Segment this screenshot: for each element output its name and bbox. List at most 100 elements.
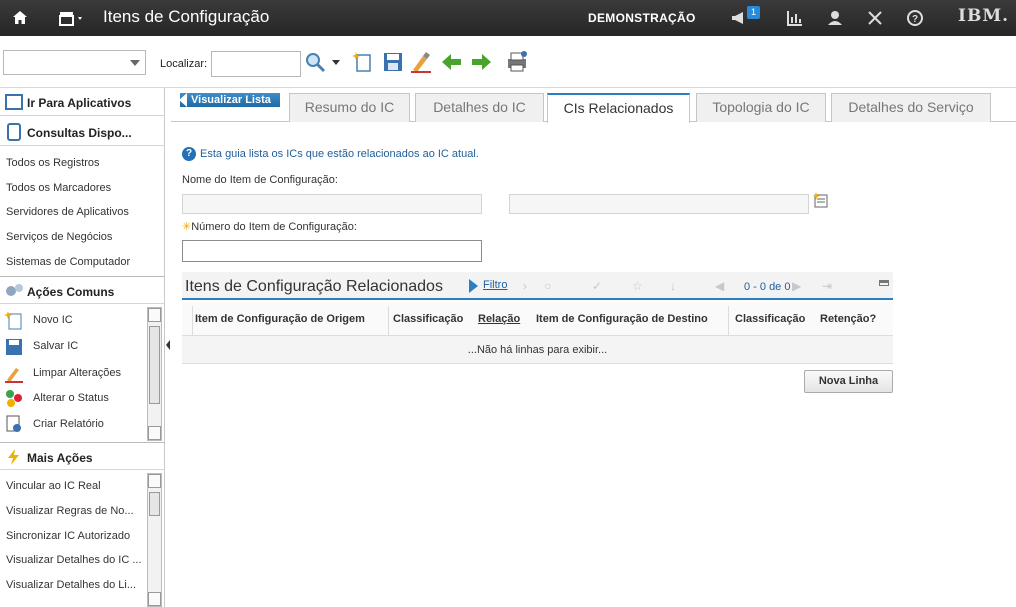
environment-label: DEMONSTRAÇÃO [588,11,696,25]
close-icon[interactable] [865,8,885,28]
no-rows-message: ...Não há linhas para exibir... [182,336,893,364]
new-ci-icon [4,311,22,330]
action-change-status[interactable]: Alterar o Status [33,392,109,404]
tab-related-cis[interactable]: CIs Relacionados [547,93,690,123]
filter-link[interactable]: Filtro [469,279,507,293]
previous-record-arrow-icon[interactable] [440,50,464,74]
more-actions-header[interactable]: Mais Ações [0,442,165,470]
clear-changes-icon[interactable] [409,50,433,74]
help-icon: ? [182,147,196,161]
help-icon[interactable]: ? [905,8,925,28]
more-actions-scrollbar[interactable] [147,473,162,607]
ci-name-field [182,194,482,214]
pagination-text: 0 - 0 de 0 [744,281,791,293]
available-queries-header[interactable]: Consultas Dispo... [0,118,165,146]
notification-count-badge: 1 [747,6,760,19]
bookmark-icon[interactable]: ☆ [632,279,643,293]
goto-applications-link[interactable]: Ir Para Aplicativos [0,88,165,116]
column-divider [728,306,729,336]
home-icon[interactable] [10,8,30,28]
query-all-bookmarks[interactable]: Todos os Marcadores [6,182,111,194]
ibm-logo: IBM. [958,6,1010,26]
new-row-button[interactable]: Nova Linha [804,370,893,393]
scroll-up-arrow-icon[interactable] [148,308,161,322]
minimize-table-icon[interactable] [879,280,889,286]
application-window-icon [5,94,23,110]
action-create-report[interactable]: Criar Relatório [33,418,104,430]
svg-text:?: ? [912,14,918,25]
table-column-headers: Item de Configuração de Origem Classific… [182,302,893,336]
bulletin-megaphone-icon[interactable] [729,8,749,28]
column-divider [192,306,193,336]
common-actions-scrollbar[interactable] [147,307,162,441]
column-target-classification[interactable]: Classificação [735,313,805,325]
ci-number-label-wrapper: ✳Número do Item de Configuração: [182,220,357,233]
action-sync-authorized-ci[interactable]: Sincronizar IC Autorizado [6,530,130,542]
export-icon[interactable]: ⇥ [822,279,832,293]
scrollbar-thumb[interactable] [149,492,160,516]
save-ci-icon [6,339,22,355]
action-clear-changes[interactable]: Limpar Alterações [33,367,121,379]
query-all-records[interactable]: Todos os Registros [6,157,100,169]
search-icon[interactable]: ○ [544,279,551,293]
search-options-chevron-icon[interactable] [329,50,343,74]
action-view-link-details[interactable]: Visualizar Detalhes do Li... [6,579,136,591]
user-profile-icon[interactable] [825,8,845,28]
action-view-rules[interactable]: Visualizar Regras de No... [6,505,134,517]
download-icon[interactable]: ↓ [670,279,676,293]
action-view-ci-details[interactable]: Visualizar Detalhes do IC ... [6,554,142,566]
previous-page-arrow-icon[interactable]: ◀ [715,279,724,293]
table-title: Itens de Configuração Relacionados [185,278,443,295]
ci-number-label: Número do Item de Configuração: [191,221,357,233]
save-icon[interactable] [381,50,405,74]
ci-number-input[interactable] [182,240,482,262]
scroll-down-arrow-icon[interactable] [148,426,161,440]
tab-service-details[interactable]: Detalhes do Serviço [831,93,991,122]
scroll-down-arrow-icon[interactable] [148,592,161,606]
action-link-actual-ci[interactable]: Vincular ao IC Real [6,480,101,492]
scrollbar-thumb[interactable] [149,326,160,404]
print-icon[interactable] [505,50,529,74]
queries-icon [7,123,21,141]
long-description-icon[interactable] [813,192,831,210]
gears-icon [6,284,23,296]
column-relationship[interactable]: Relação [478,313,520,325]
tab-ci-details[interactable]: Detalhes do IC [415,93,544,122]
main-content: Visualizar Lista Resumo do IC Detalhes d… [171,88,1016,607]
query-application-servers[interactable]: Servidores de Aplicativos [6,206,129,218]
search-icon[interactable] [303,50,327,74]
query-computer-systems[interactable]: Sistemas de Computador [6,256,130,268]
tab-ci-summary[interactable]: Resumo do IC [289,93,410,122]
create-report-icon [6,415,21,432]
column-source-ci[interactable]: Item de Configuração de Origem [195,313,365,325]
new-record-icon[interactable] [351,50,375,74]
tab-ci-topology[interactable]: Topologia do IC [696,93,826,122]
chevron-down-icon [130,60,140,66]
next-record-arrow-icon[interactable] [469,50,493,74]
expand-filter-chevron-icon[interactable]: › [523,279,527,293]
find-label: Localizar: [160,58,208,70]
clear-changes-icon [5,368,23,383]
select-records-icon[interactable]: ✓ [592,279,602,293]
view-list-button[interactable]: Visualizar Lista [179,93,280,107]
related-cis-table-header: Itens de Configuração Relacionados Filtr… [182,272,893,300]
action-save-ci[interactable]: Salvar IC [33,340,78,352]
common-actions-header[interactable]: Ações Comuns [0,276,165,304]
required-asterisk-icon: ✳ [182,221,192,233]
reports-chart-icon[interactable] [785,8,805,28]
column-divider [388,306,389,336]
application-menu-icon[interactable] [58,9,88,27]
scroll-up-arrow-icon[interactable] [148,474,161,488]
find-input[interactable] [211,51,301,77]
top-header: Itens de Configuração DEMONSTRAÇÃO 1 ? I… [0,0,1016,36]
query-select[interactable] [3,50,146,75]
action-new-ci[interactable]: Novo IC [33,314,73,326]
column-retention[interactable]: Retenção? [820,313,876,325]
info-message: ? Esta guia lista os ICs que estão relaci… [182,147,479,161]
column-source-classification[interactable]: Classificação [393,313,463,325]
column-target-ci[interactable]: Item de Configuração de Destino [536,313,708,325]
page-title: Itens de Configuração [103,7,270,26]
ci-name-label: Nome do Item de Configuração: [182,174,338,186]
next-page-arrow-icon[interactable]: ▶ [792,279,801,293]
query-business-services[interactable]: Serviços de Negócios [6,231,112,243]
